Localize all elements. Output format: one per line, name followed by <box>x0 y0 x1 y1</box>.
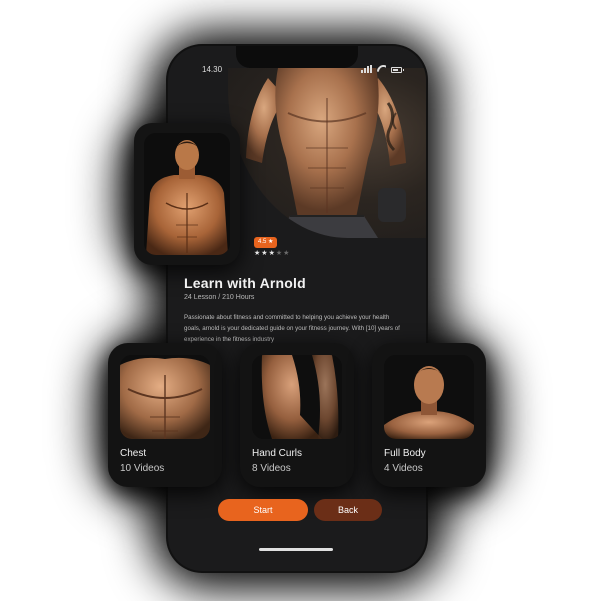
course-description: Passionate about fitness and committed t… <box>184 314 400 343</box>
category-count: 8 Videos <box>252 463 291 474</box>
battery-icon <box>391 67 404 73</box>
rating-value: 4.5 <box>258 239 267 245</box>
category-card-full-body[interactable]: Full Body 4 Videos <box>372 343 486 487</box>
hero-image <box>228 68 426 238</box>
star-icon: ★ <box>268 239 274 245</box>
star-icon: ★ <box>261 250 268 257</box>
phone-notch <box>236 46 358 68</box>
category-card-chest[interactable]: Chest 10 Videos <box>108 343 222 487</box>
chest-photo <box>120 355 210 439</box>
category-name: Hand Curls <box>252 448 303 459</box>
signal-icon <box>361 65 372 73</box>
category-name: Full Body <box>384 448 426 459</box>
trainer-photo-card <box>134 123 240 265</box>
wifi-icon <box>377 64 386 73</box>
course-subtitle: 24 Lesson / 210 Hours <box>184 294 255 301</box>
home-indicator[interactable] <box>259 548 333 551</box>
status-icons <box>361 64 404 73</box>
category-card-hand-curls[interactable]: Hand Curls 8 Videos <box>240 343 354 487</box>
back-button[interactable]: Back <box>314 499 382 521</box>
star-rating: ★ ★ ★ ★ ★ <box>254 250 289 258</box>
star-icon: ★ <box>283 250 290 257</box>
trainer-photo <box>144 133 230 255</box>
category-count: 10 Videos <box>120 463 165 474</box>
rating-badge: 4.5 ★ <box>254 237 278 248</box>
star-icon: ★ <box>254 250 261 257</box>
full-body-photo <box>384 355 474 439</box>
category-count: 4 Videos <box>384 463 423 474</box>
star-icon: ★ <box>275 250 283 257</box>
category-name: Chest <box>120 448 147 459</box>
status-time: 14.30 <box>202 65 223 74</box>
hand-curls-photo <box>252 355 342 439</box>
start-button[interactable]: Start <box>218 499 308 521</box>
course-title: Learn with Arnold <box>184 275 306 291</box>
star-icon: ★ <box>268 250 275 257</box>
